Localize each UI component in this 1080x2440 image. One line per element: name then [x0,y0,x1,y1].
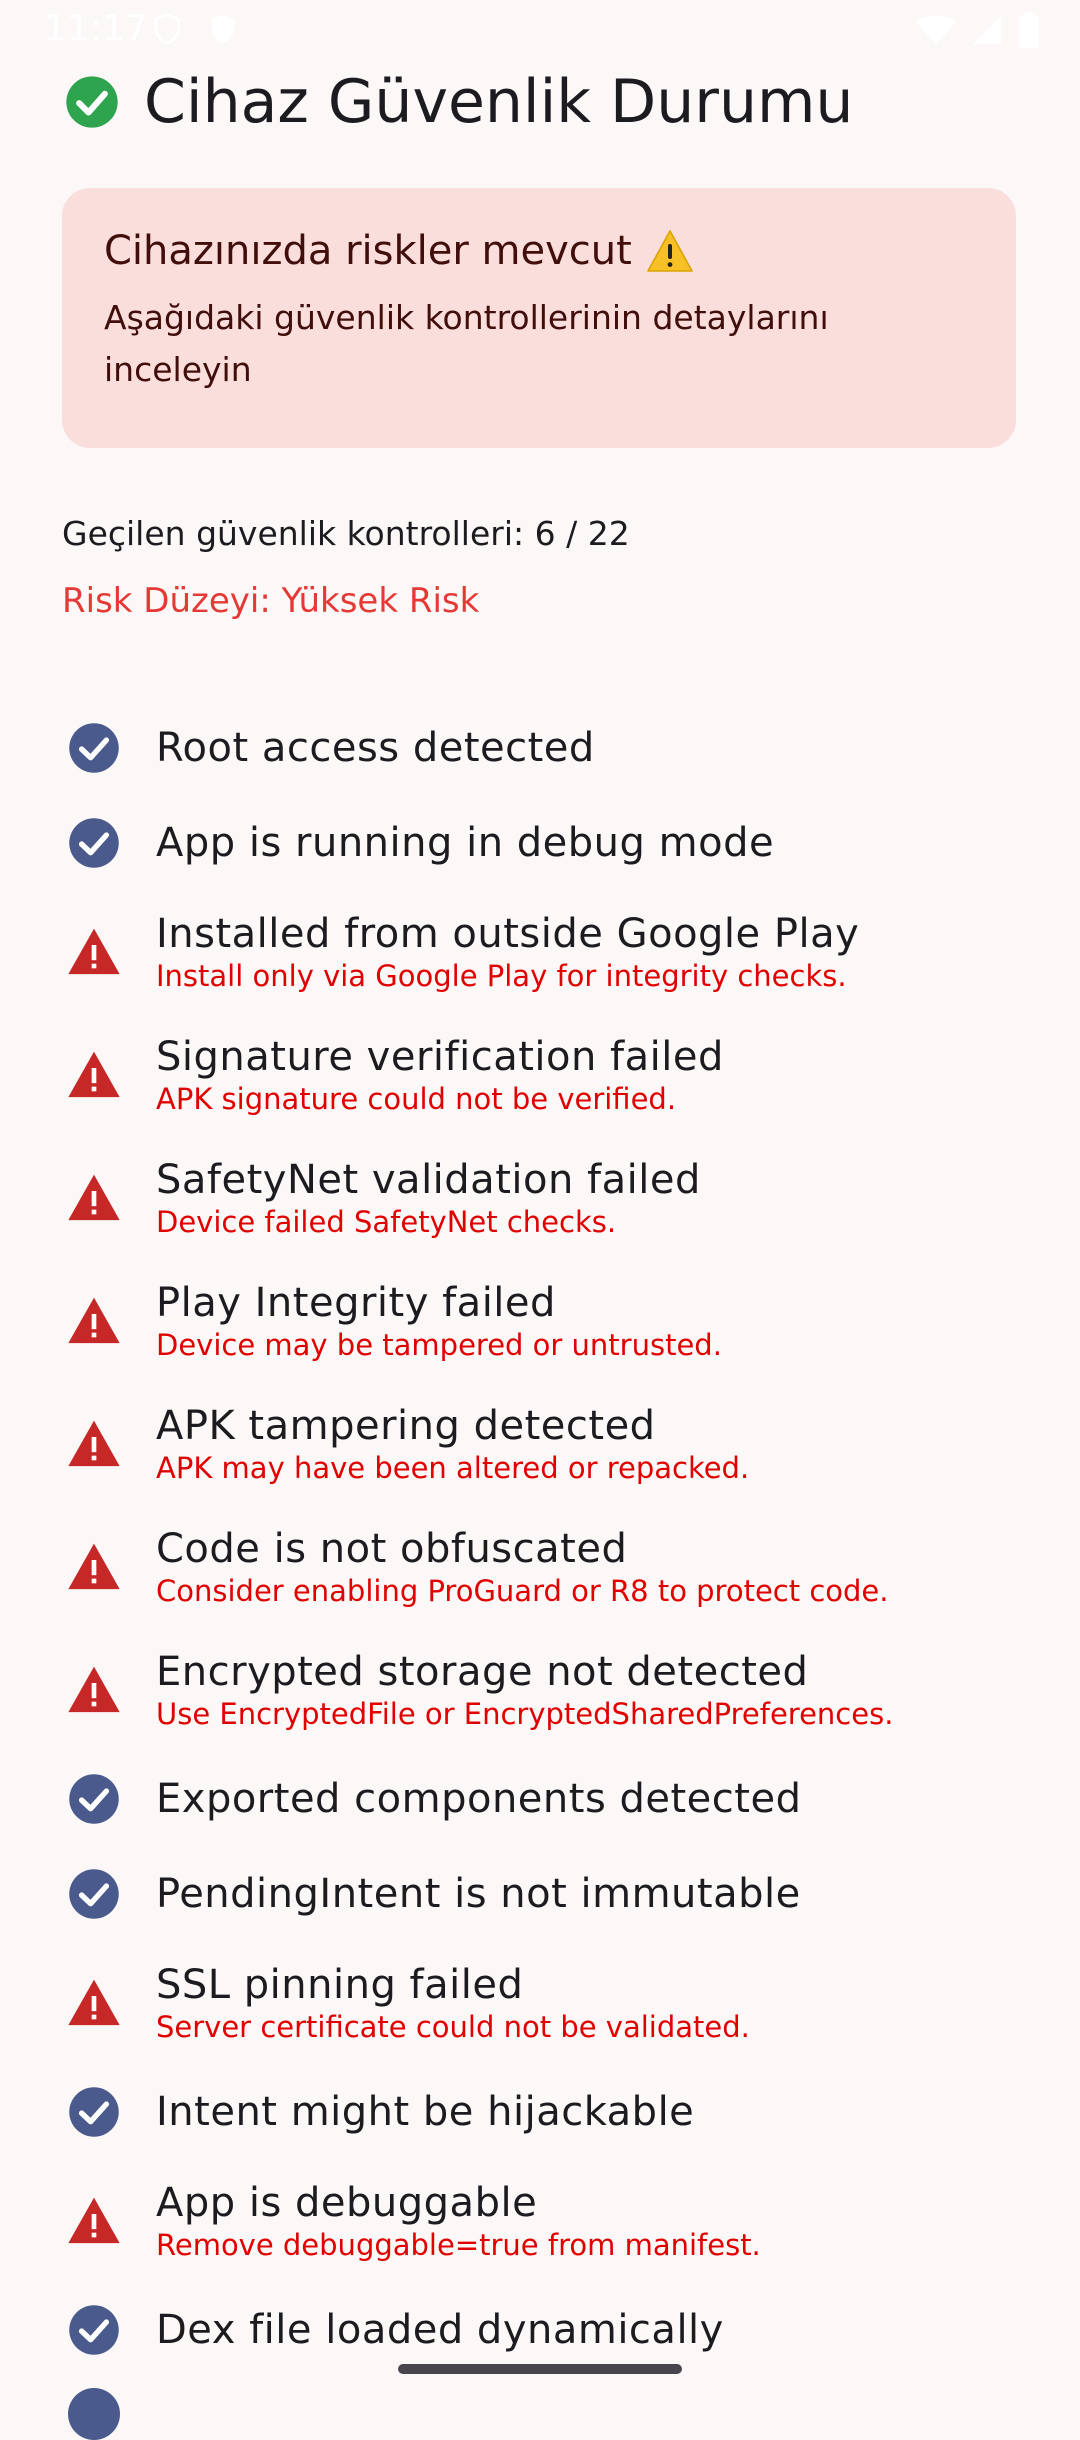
check-item-detail: Install only via Google Play for integri… [156,958,847,993]
check-item-text: SafetyNet validation failed Device failed… [156,1157,701,1239]
check-item: APK tampering detected APK may have been … [62,1382,1022,1505]
check-item-text: Intent might be hijackable [156,2089,694,2135]
status-right-icons [916,12,1040,48]
check-circle-icon [62,811,126,875]
warning-icon [62,1535,126,1599]
check-item-text: SSL pinning failed Server certificate cou… [156,1962,750,2044]
check-item-text: Encrypted storage not detected Use Encryp… [156,1649,893,1731]
check-item-title: SSL pinning failed [156,1961,524,2008]
warning-icon [62,1289,126,1353]
signal-icon [972,15,1002,45]
check-item: Root access detected [62,700,1022,795]
check-item: Exported components detected [62,1751,1022,1846]
warning-icon [62,2189,126,2253]
check-circle-icon [66,76,118,128]
check-item-title: Installed from outside Google Play [156,910,860,957]
check-circle-icon [68,2388,120,2440]
check-item: Signature verification failed APK signatu… [62,1013,1022,1136]
warning-icon [62,1043,126,1107]
alert-description: Aşağıdaki güvenlik kontrollerinin detayl… [104,298,829,389]
check-item-text: Dex file loaded dynamically [156,2307,724,2353]
check-item-detail: Server certificate could not be validate… [156,2009,750,2044]
battery-icon [1019,12,1039,48]
wifi-icon [916,15,956,45]
check-item-text: Signature verification failed APK signatu… [156,1034,724,1116]
check-item-title: Signature verification failed [156,1033,724,1080]
check-item-title: SafetyNet validation failed [156,1156,701,1203]
check-item-title: Intent might be hijackable [156,2088,695,2135]
check-item: Installed from outside Google Play Instal… [62,890,1022,1013]
check-item-title: Exported components detected [156,1775,802,1822]
check-item: SafetyNet validation failed Device failed… [62,1136,1022,1259]
alert-title: Cihazınızda riskler mevcut [104,228,632,274]
check-item-text: Exported components detected [156,1776,801,1822]
alert-title-row: Cihazınızda riskler mevcut [104,228,974,274]
shield-icon [154,13,180,45]
warning-icon [647,230,693,272]
check-item-title: APK tampering detected [156,1402,656,1449]
check-item-detail: Device may be tampered or untrusted. [156,1327,722,1362]
check-item-title: Encrypted storage not detected [156,1648,809,1695]
check-item-text: App is debuggable Remove debuggable=true … [156,2180,761,2262]
check-circle-icon [62,2080,126,2144]
warning-icon [62,920,126,984]
check-item: Encrypted storage not detected Use Encryp… [62,1628,1022,1751]
check-item-title: PendingIntent is not immutable [156,1870,801,1917]
check-item: PendingIntent is not immutable [62,1846,1022,1941]
status-bar: 11:17 [0,0,1080,60]
check-item: App is running in debug mode [62,795,1022,890]
check-item-text: App is running in debug mode [156,820,774,866]
check-circle-icon [62,2298,126,2362]
check-item-text: Code is not obfuscated Consider enabling … [156,1526,889,1608]
check-item-detail: APK may have been altered or repacked. [156,1450,750,1485]
check-circle-icon [62,1767,126,1831]
warning-icon [62,1166,126,1230]
check-item: Code is not obfuscated Consider enabling … [62,1505,1022,1628]
check-item-title: Dex file loaded dynamically [156,2306,724,2353]
check-item-detail: Remove debuggable=true from manifest. [156,2227,761,2262]
check-item: SSL pinning failed Server certificate cou… [62,1941,1022,2064]
check-item-text: Root access detected [156,725,595,771]
warning-icon [62,1658,126,1722]
check-item-text: APK tampering detected APK may have been … [156,1403,749,1485]
check-item: Intent might be hijackable [62,2064,1022,2159]
check-item: App is debuggable Remove debuggable=true … [62,2159,1022,2282]
check-item-detail: Device failed SafetyNet checks. [156,1204,617,1239]
check-item-text: Installed from outside Google Play Instal… [156,911,859,993]
summary: Geçilen güvenlik kontrolleri: 6 / 22 Ris… [62,514,630,621]
check-circle-icon [62,1862,126,1926]
check-item-title: Code is not obfuscated [156,1525,628,1572]
security-check-list: Root access detected App is running in de… [62,700,1022,2377]
risk-level: Risk Düzeyi: Yüksek Risk [62,581,480,621]
check-item-text: Play Integrity failed Device may be tampe… [156,1280,722,1362]
passed-checks-count: Geçilen güvenlik kontrolleri: 6 / 22 [62,514,630,553]
status-time: 11:17 [44,8,148,49]
check-item: Dex file loaded dynamically [62,2282,1022,2377]
check-item: Play Integrity failed Device may be tampe… [62,1259,1022,1382]
page-title: Cihaz Güvenlik Durumu [144,67,854,137]
check-item-detail: Consider enabling ProGuard or R8 to prot… [156,1573,889,1608]
warning-icon [62,1412,126,1476]
check-circle-icon [62,716,126,780]
check-item-detail: Use EncryptedFile or EncryptedSharedPref… [156,1696,894,1731]
check-item-title: App is running in debug mode [156,819,775,866]
check-item-detail: APK signature could not be verified. [156,1081,677,1116]
check-item-title: App is debuggable [156,2179,538,2226]
warning-icon [62,1971,126,2035]
check-item-title: Root access detected [156,724,595,771]
check-item-text: PendingIntent is not immutable [156,1871,801,1917]
header: Cihaz Güvenlik Durumu [64,62,853,142]
risk-alert-card: Cihazınızda riskler mevcut Aşağıdaki güv… [62,188,1016,448]
check-item-title: Play Integrity failed [156,1279,556,1326]
navigation-handle[interactable] [398,2364,682,2374]
status-left-icons [150,12,240,46]
vpn-icon [211,14,235,44]
